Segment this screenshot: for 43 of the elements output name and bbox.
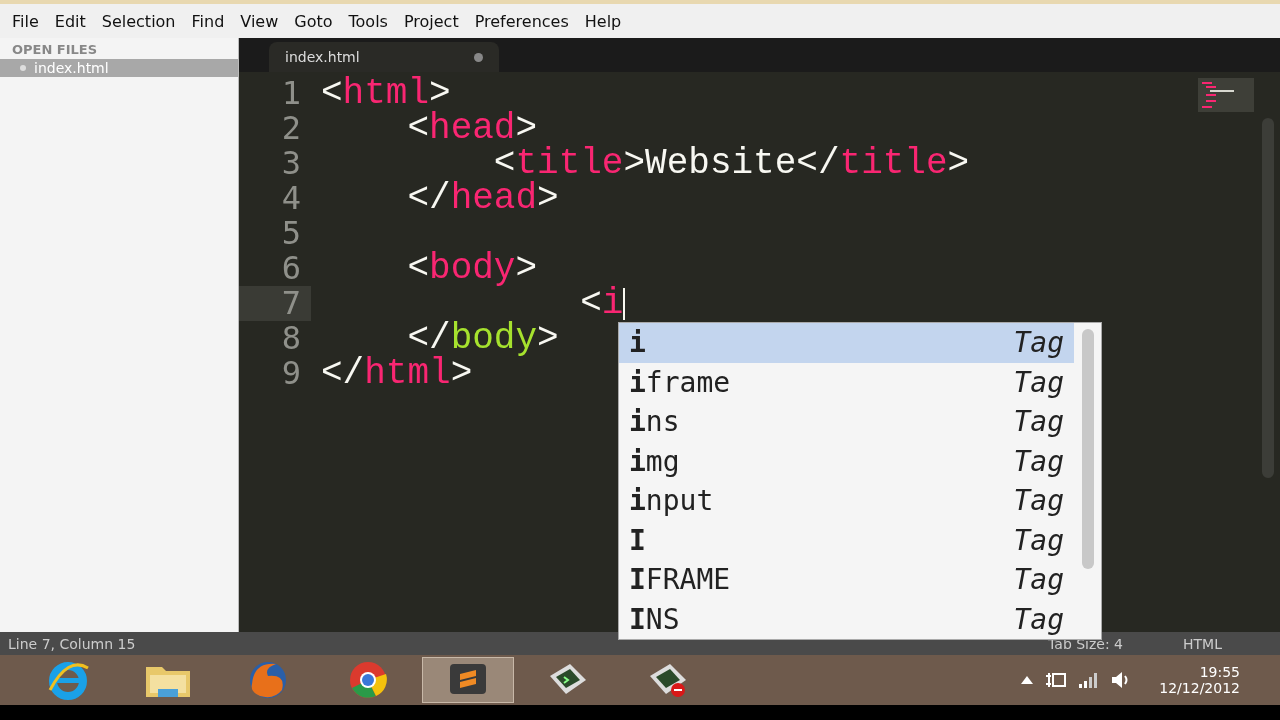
menu-item[interactable]: Project xyxy=(395,11,467,31)
browser-e-icon xyxy=(46,660,90,700)
autocomplete-item[interactable]: ins Tag xyxy=(619,402,1074,442)
code-line: </head> xyxy=(406,178,559,219)
sidebar-header: OPEN FILES xyxy=(11,41,99,59)
autocomplete-item[interactable]: input Tag xyxy=(619,481,1074,521)
line-number: 7 xyxy=(239,286,311,321)
code-line: <body> xyxy=(406,248,538,289)
scrollbar[interactable] xyxy=(1081,329,1094,569)
menu-item[interactable]: Goto xyxy=(286,11,341,31)
file-tab[interactable]: index.html xyxy=(269,42,499,72)
syntax-mode[interactable]: HTML xyxy=(1183,635,1222,652)
autocomplete-item[interactable]: IFRAME Tag xyxy=(619,560,1074,600)
autocomplete-item[interactable]: I Tag xyxy=(619,520,1074,560)
line-number: 4 xyxy=(280,181,302,216)
menu-item[interactable]: Help xyxy=(576,11,630,31)
signal-bars-icon[interactable] xyxy=(1079,672,1100,688)
clock-time[interactable]: 19:55 xyxy=(1199,664,1240,680)
line-number: 1 xyxy=(280,76,302,111)
menu-item[interactable]: View xyxy=(232,11,287,31)
autocomplete-item[interactable]: i Tag xyxy=(619,323,1074,363)
menu-item[interactable]: Edit xyxy=(46,11,94,31)
power-plug-icon[interactable] xyxy=(1045,671,1068,689)
menu-item[interactable]: File xyxy=(4,11,47,31)
clock-date[interactable]: 12/12/2012 xyxy=(1159,680,1240,696)
line-number: 5 xyxy=(280,216,302,251)
menu-item[interactable]: Preferences xyxy=(466,11,577,31)
menu-item[interactable]: Tools xyxy=(340,11,396,31)
autocomplete-item[interactable]: iframe Tag xyxy=(619,362,1074,402)
minimap[interactable] xyxy=(1198,78,1254,112)
tray-arrow-icon[interactable] xyxy=(1021,676,1034,684)
line-number: 6 xyxy=(280,251,302,286)
code-line: <i xyxy=(579,283,626,324)
menu-item[interactable]: Find xyxy=(183,11,233,31)
line-number: 9 xyxy=(280,356,302,391)
menu-item[interactable]: Selection xyxy=(93,11,184,31)
cursor-position: Line 7, Column 15 xyxy=(8,635,136,652)
autocomplete-item[interactable]: INS Tag xyxy=(619,599,1074,639)
taskbar-app[interactable] xyxy=(422,657,514,703)
line-number: 3 xyxy=(280,146,302,181)
autocomplete-item[interactable]: img Tag xyxy=(619,441,1074,481)
line-number: 8 xyxy=(280,321,302,356)
line-number: 2 xyxy=(280,111,302,146)
